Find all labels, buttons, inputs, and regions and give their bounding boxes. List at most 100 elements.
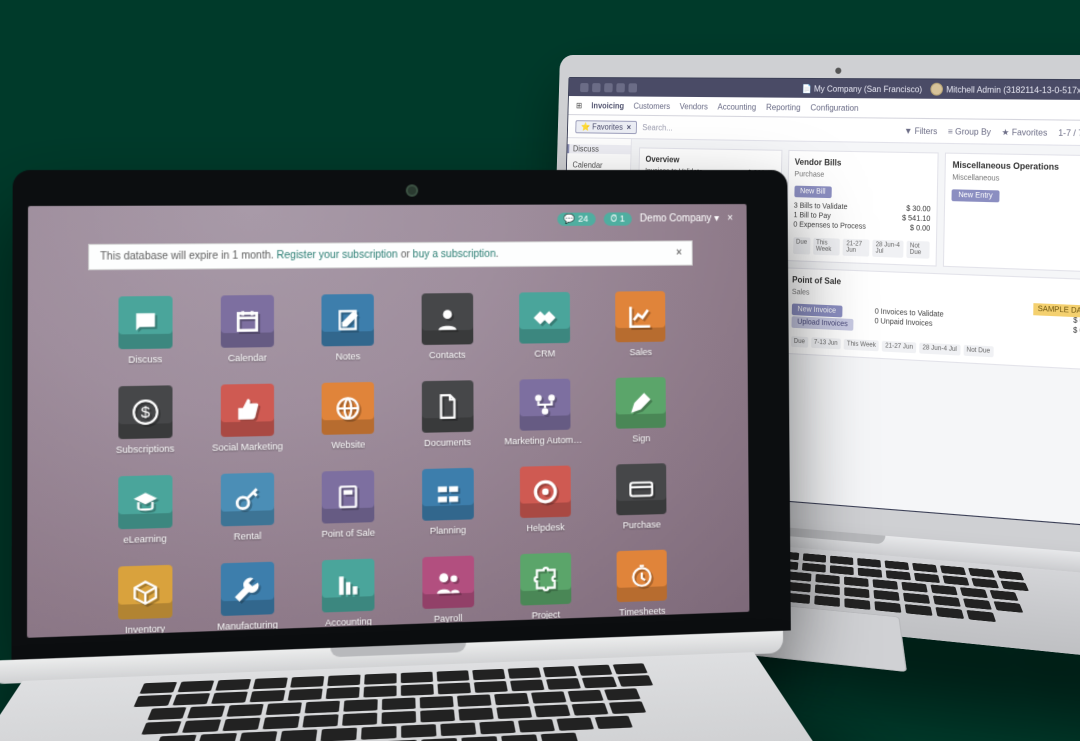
search-input[interactable]: Search... bbox=[637, 122, 905, 135]
menu-item[interactable]: Vendors bbox=[680, 101, 708, 110]
upload-invoices-button[interactable]: Upload Invoices bbox=[791, 316, 854, 331]
app-label: Accounting bbox=[325, 616, 372, 628]
app-label: Purchase bbox=[623, 519, 661, 530]
app-timesheets[interactable]: Timesheets bbox=[600, 549, 684, 618]
new-entry-button[interactable]: New Entry bbox=[952, 189, 999, 202]
app-marketing-automat-[interactable]: Marketing Automat... bbox=[502, 378, 587, 446]
pos-icon bbox=[322, 470, 375, 523]
app-label: Notes bbox=[336, 351, 361, 362]
app-discuss[interactable]: Discuss bbox=[100, 296, 190, 366]
search-tag[interactable]: ⭐ Favorites × bbox=[575, 120, 637, 134]
company-selector[interactable]: Demo Company ▾ bbox=[640, 213, 719, 224]
handshake-icon bbox=[519, 292, 570, 344]
globe-icon bbox=[322, 382, 375, 435]
company-badge[interactable]: 📄 My Company (San Francisco) bbox=[802, 84, 923, 94]
wrench-icon bbox=[221, 562, 274, 616]
app-label: Planning bbox=[430, 525, 466, 536]
acct-icon bbox=[322, 559, 375, 613]
note-icon bbox=[322, 294, 374, 346]
app-label: eLearning bbox=[123, 533, 166, 545]
app-contacts[interactable]: Contacts bbox=[404, 293, 490, 361]
user-menu[interactable]: Mitchell Admin (3182114-13-0-517x13-all) bbox=[930, 83, 1080, 97]
chart-icon bbox=[615, 291, 665, 342]
new-invoice-button[interactable]: New Invoice bbox=[791, 303, 842, 317]
buy-link[interactable]: buy a subscription bbox=[413, 249, 496, 261]
app-purchase[interactable]: Purchase bbox=[600, 463, 684, 531]
app-accounting[interactable]: Accounting bbox=[305, 558, 393, 629]
app-payroll[interactable]: Payroll bbox=[405, 555, 491, 625]
pager: 1-7 / 7 bbox=[1058, 128, 1080, 138]
filters-button[interactable]: ▼ Filters bbox=[904, 126, 937, 136]
new-bill-button[interactable]: New Bill bbox=[794, 186, 832, 198]
sidebar-item[interactable]: Discuss bbox=[567, 144, 630, 154]
plan-icon bbox=[422, 468, 474, 521]
app-elearning[interactable]: eLearning bbox=[100, 475, 190, 546]
misc-card: Miscellaneous OperationsMiscellaneous Ne… bbox=[943, 153, 1080, 273]
app-label: Inventory bbox=[125, 623, 165, 635]
register-link[interactable]: Register your subscription bbox=[277, 249, 398, 261]
chat-icon bbox=[118, 296, 172, 349]
pos-card: Point of SaleSales New Invoice Upload In… bbox=[784, 267, 1080, 370]
app-label: Timesheets bbox=[619, 606, 665, 618]
app-rental[interactable]: Rental bbox=[203, 472, 292, 543]
app-label: Point of Sale bbox=[322, 527, 376, 539]
dollar-icon: $ bbox=[118, 385, 172, 439]
app-label: Social Marketing bbox=[212, 441, 283, 453]
thumb-icon bbox=[221, 384, 274, 437]
app-label: Sales bbox=[630, 347, 653, 357]
menu-item[interactable]: Reporting bbox=[766, 102, 801, 112]
contact-icon bbox=[421, 293, 473, 345]
menu-item[interactable]: Accounting bbox=[717, 102, 756, 112]
app-label: Manufacturing bbox=[217, 619, 278, 632]
app-sign[interactable]: Sign bbox=[599, 377, 683, 445]
app-planning[interactable]: Planning bbox=[404, 467, 490, 536]
banner-close-icon[interactable]: × bbox=[676, 248, 682, 259]
app-project[interactable]: Project bbox=[503, 552, 588, 622]
calendar-icon bbox=[221, 295, 274, 348]
app-notes[interactable]: Notes bbox=[304, 294, 391, 363]
app-inventory[interactable]: Inventory bbox=[100, 564, 190, 636]
favorites-button[interactable]: ★ Favorites bbox=[1002, 127, 1048, 137]
app-label: Documents bbox=[424, 437, 471, 448]
app-label: Project bbox=[532, 609, 561, 620]
app-label: Subscriptions bbox=[116, 443, 175, 455]
close-icon[interactable]: × bbox=[727, 213, 733, 224]
card-icon bbox=[616, 463, 666, 515]
expiry-banner: This database will expire in 1 month. Re… bbox=[88, 240, 693, 270]
app-label: Contacts bbox=[429, 350, 466, 361]
menu-item[interactable]: Customers bbox=[633, 101, 670, 110]
activity-badge[interactable]: ⏱ 1 bbox=[603, 212, 632, 225]
people-icon bbox=[422, 556, 474, 610]
clock-icon bbox=[617, 550, 667, 603]
app-website[interactable]: Website bbox=[304, 382, 392, 451]
app-calendar[interactable]: Calendar bbox=[203, 295, 292, 364]
app-brand[interactable]: Invoicing bbox=[591, 101, 624, 110]
app-label: Rental bbox=[234, 531, 262, 542]
app-label: Discuss bbox=[128, 354, 162, 365]
app-label: Calendar bbox=[228, 352, 267, 363]
app-subscriptions[interactable]: $ Subscriptions bbox=[100, 385, 190, 455]
app-documents[interactable]: Documents bbox=[404, 380, 490, 449]
app-label: Helpdesk bbox=[526, 522, 564, 533]
app-social-marketing[interactable]: Social Marketing bbox=[203, 383, 292, 453]
apps-icon[interactable]: ⊞ bbox=[576, 101, 582, 110]
menu-item[interactable]: Configuration bbox=[810, 103, 858, 113]
app-point-of-sale[interactable]: Point of Sale bbox=[304, 470, 392, 540]
app-manufacturing[interactable]: Manufacturing bbox=[203, 561, 292, 632]
app-helpdesk[interactable]: Helpdesk bbox=[503, 465, 588, 534]
app-label: Sign bbox=[632, 433, 650, 444]
card-title: Overview bbox=[645, 155, 775, 167]
messages-badge[interactable]: 💬 24 bbox=[557, 213, 595, 226]
app-crm[interactable]: CRM bbox=[502, 292, 587, 359]
flow-icon bbox=[519, 379, 570, 431]
svg-text:$: $ bbox=[141, 404, 151, 422]
groupby-button[interactable]: ≡ Group By bbox=[948, 126, 991, 136]
help-icon bbox=[520, 465, 571, 518]
app-label: Website bbox=[331, 439, 365, 450]
grad-icon bbox=[118, 475, 172, 529]
key-icon bbox=[221, 473, 274, 527]
app-label: Payroll bbox=[434, 613, 463, 624]
box-icon bbox=[118, 565, 172, 620]
app-launcher: 💬 24 ⏱ 1 Demo Company ▾ × This database … bbox=[27, 204, 749, 638]
app-sales[interactable]: Sales bbox=[599, 291, 683, 358]
